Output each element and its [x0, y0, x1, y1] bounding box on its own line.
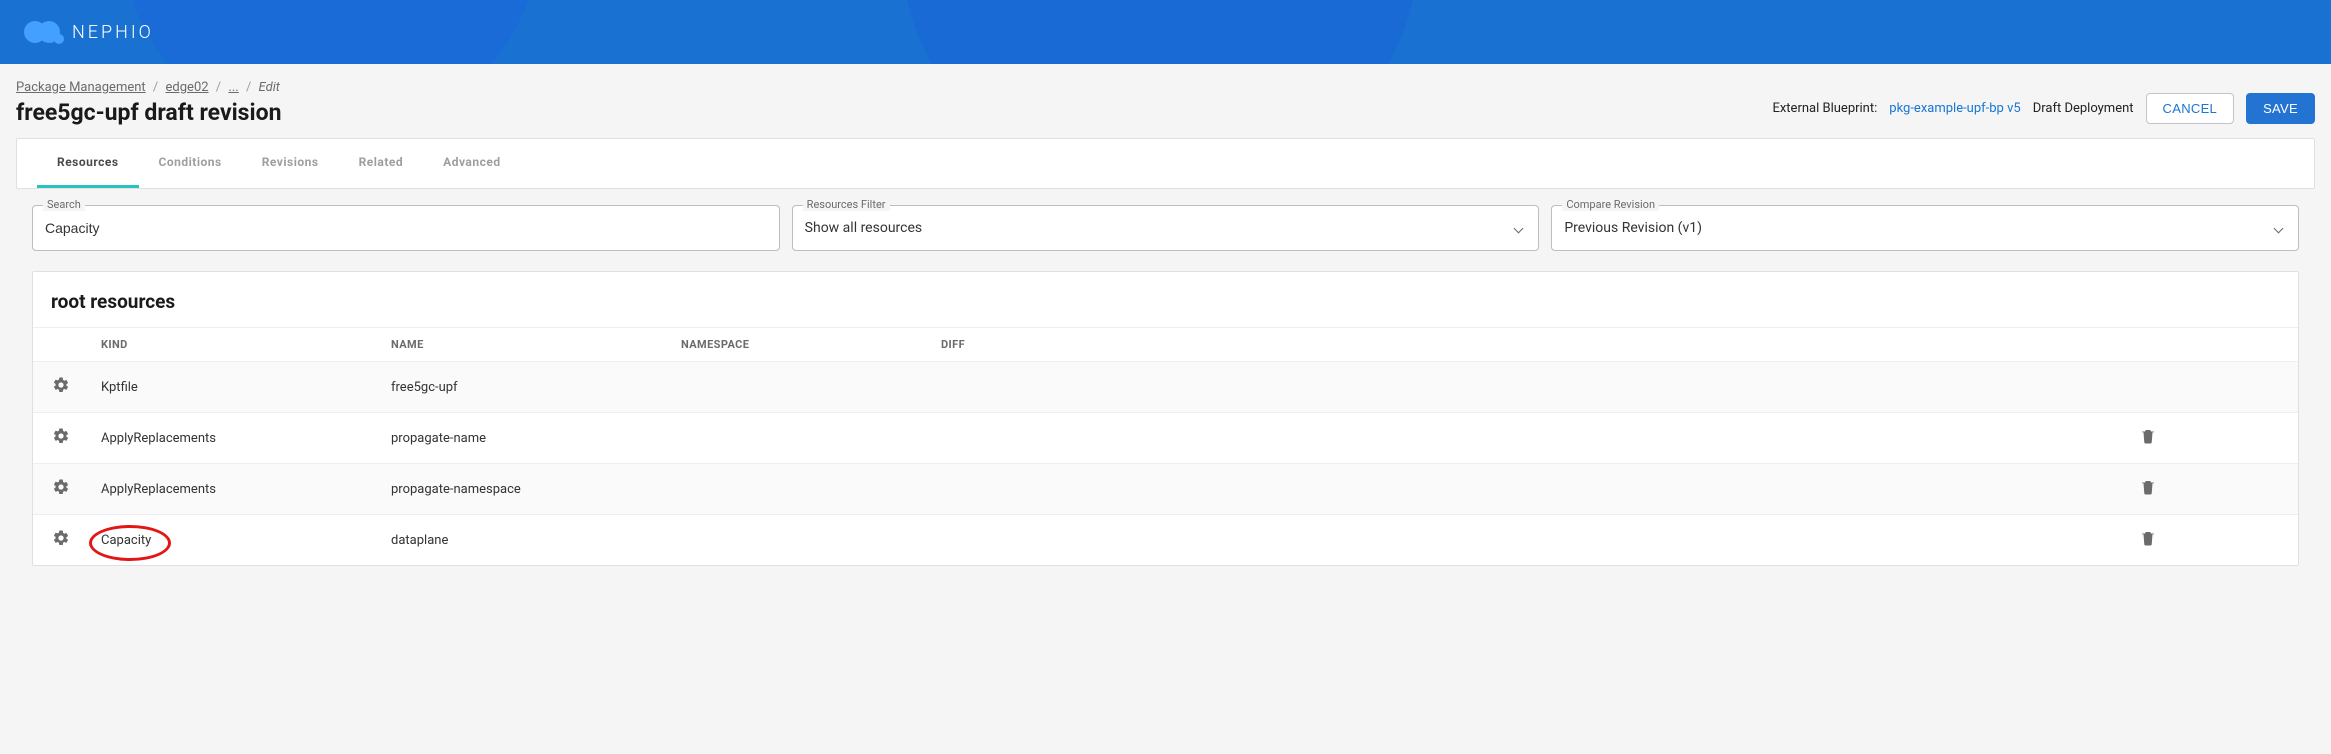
column-namespace: NAMESPACE [669, 328, 929, 362]
search-input[interactable] [33, 206, 779, 250]
resources-filter-select[interactable]: Show all resources [793, 206, 1539, 250]
brand-logo[interactable]: NEPHIO [24, 20, 154, 44]
row-name: propagate-namespace [391, 482, 521, 497]
tabs-bar: Resources Conditions Revisions Related A… [16, 138, 2315, 189]
compare-revision-field[interactable]: Compare Revision Previous Revision (v1) [1551, 205, 2299, 251]
search-field[interactable]: Search [32, 205, 780, 251]
gear-icon[interactable] [52, 427, 70, 445]
tab-advanced[interactable]: Advanced [423, 139, 520, 188]
resources-filter-field[interactable]: Resources Filter Show all resources [792, 205, 1540, 251]
search-label: Search [43, 198, 85, 211]
resources-card: root resources KIND NAME NAMESPACE DIFF … [32, 271, 2299, 566]
chevron-down-icon [2274, 223, 2284, 233]
external-blueprint-label: External Blueprint: [1772, 101, 1877, 116]
compare-revision-label: Compare Revision [1562, 198, 1659, 211]
status-badge: Draft Deployment [2033, 101, 2134, 116]
logo-icon [24, 20, 62, 44]
tab-revisions[interactable]: Revisions [242, 139, 339, 188]
page-title: free5gc-upf draft revision [16, 99, 281, 126]
breadcrumb-link-edge02[interactable]: edge02 [166, 80, 209, 95]
table-row[interactable]: ApplyReplacements propagate-namespace [33, 464, 2298, 515]
row-name: propagate-name [391, 431, 486, 446]
compare-revision-select[interactable]: Previous Revision (v1) [1552, 206, 2298, 250]
gear-icon[interactable] [52, 529, 70, 547]
compare-revision-value: Previous Revision (v1) [1564, 220, 1702, 236]
tab-related[interactable]: Related [339, 139, 424, 188]
trash-icon[interactable] [2139, 427, 2157, 445]
tab-resources[interactable]: Resources [37, 139, 139, 188]
column-name: NAME [379, 328, 669, 362]
filters-bar: Search Resources Filter Show all resourc… [16, 189, 2315, 251]
resources-filter-value: Show all resources [805, 220, 922, 236]
chevron-down-icon [1514, 223, 1524, 233]
cancel-button[interactable]: CANCEL [2146, 93, 2235, 124]
column-kind: KIND [89, 328, 379, 362]
column-diff: DIFF [929, 328, 1998, 362]
brand-name: NEPHIO [72, 22, 154, 43]
table-row[interactable]: Kptfile free5gc-upf [33, 362, 2298, 413]
save-button[interactable]: SAVE [2246, 93, 2315, 124]
trash-icon[interactable] [2139, 478, 2157, 496]
page-header: Package Management / edge02 / ... / Edit… [0, 64, 2331, 126]
breadcrumb-current: Edit [259, 80, 280, 95]
tab-conditions[interactable]: Conditions [139, 139, 242, 188]
table-row[interactable]: ApplyReplacements propagate-name [33, 413, 2298, 464]
table-row[interactable]: Capacity dataplane [33, 515, 2298, 566]
external-blueprint-link[interactable]: pkg-example-upf-bp v5 [1889, 101, 2020, 116]
breadcrumb-link-package-management[interactable]: Package Management [16, 80, 146, 95]
gear-icon[interactable] [52, 478, 70, 496]
row-name: free5gc-upf [391, 380, 458, 395]
trash-icon[interactable] [2139, 529, 2157, 547]
section-title: root resources [33, 290, 2298, 327]
row-kind: Kptfile [101, 380, 138, 395]
resources-table: KIND NAME NAMESPACE DIFF Kptfile free5gc… [33, 327, 2298, 565]
row-name: dataplane [391, 533, 448, 548]
breadcrumb: Package Management / edge02 / ... / Edit [16, 80, 281, 95]
breadcrumb-link-more[interactable]: ... [228, 80, 238, 95]
row-kind: ApplyReplacements [101, 482, 216, 497]
row-kind: Capacity [101, 533, 151, 548]
gear-icon[interactable] [52, 376, 70, 394]
app-header: NEPHIO [0, 0, 2331, 64]
row-kind: ApplyReplacements [101, 431, 216, 446]
resources-filter-label: Resources Filter [803, 198, 890, 211]
header-actions: External Blueprint: pkg-example-upf-bp v… [1772, 93, 2315, 126]
